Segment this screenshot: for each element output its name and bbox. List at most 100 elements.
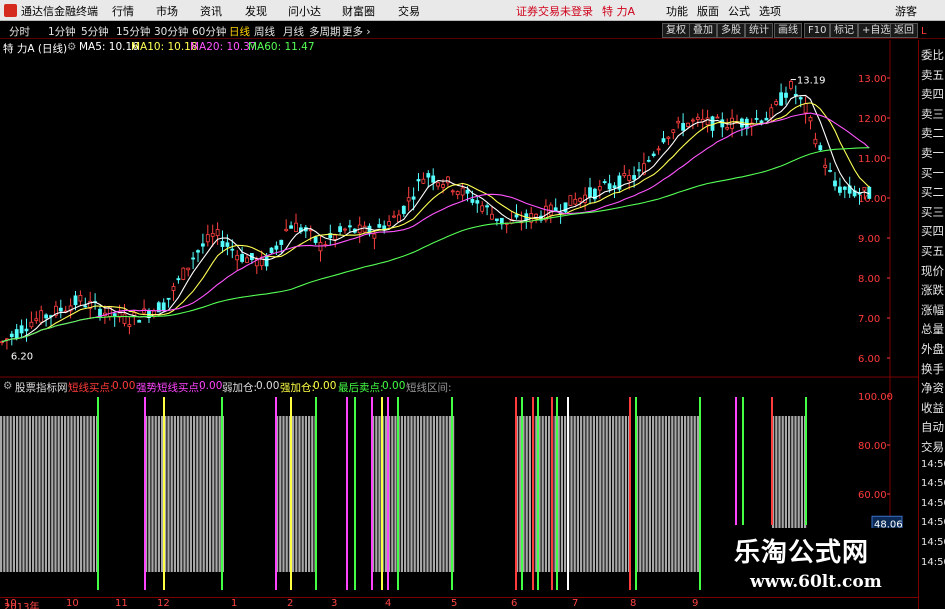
range-bar	[60, 416, 63, 572]
range-bar	[308, 416, 311, 572]
panel-item: 现价	[921, 263, 944, 278]
candle-body	[842, 186, 847, 190]
candle-body	[122, 313, 127, 324]
candle-body	[401, 205, 406, 214]
candle-body	[294, 222, 298, 233]
candle-body	[607, 183, 612, 190]
range-bar	[212, 416, 215, 572]
candle-body	[612, 185, 617, 189]
range-bar	[645, 416, 648, 572]
candle-body	[333, 234, 338, 240]
range-bar	[148, 416, 151, 572]
range-bar	[41, 416, 44, 572]
panel-item: 涨幅	[921, 302, 944, 317]
range-bar	[391, 416, 394, 572]
candle-body	[764, 117, 769, 121]
range-bar	[560, 416, 563, 572]
candle-body	[9, 333, 14, 337]
range-bar	[429, 416, 432, 572]
candle-body	[406, 197, 411, 202]
range-bar	[693, 416, 696, 572]
panel-header-icon[interactable]: L	[921, 26, 927, 37]
range-bar	[89, 416, 92, 572]
range-bar	[279, 416, 282, 572]
candle-body	[220, 241, 225, 247]
indicator-gear-icon[interactable]: ⚙	[3, 380, 12, 392]
candle-body	[274, 245, 279, 250]
candle-body	[578, 197, 583, 202]
settings-gear-icon[interactable]: ⚙	[67, 41, 76, 53]
candle-body	[73, 295, 78, 306]
panel-item: 14:50	[921, 497, 945, 509]
candle-body	[470, 199, 475, 203]
indicator-tick-label: 60.00	[858, 490, 887, 501]
range-bar	[436, 416, 439, 572]
candle-body	[725, 127, 730, 130]
range-bar	[205, 416, 208, 572]
candle-body	[754, 118, 759, 120]
ma-line	[1, 102, 870, 343]
candle-body	[24, 328, 29, 332]
candle-body	[127, 324, 132, 327]
range-bar	[690, 416, 693, 572]
range-bar	[599, 416, 602, 572]
range-bar	[28, 416, 31, 572]
candle-body	[798, 97, 803, 100]
range-bar	[407, 416, 410, 572]
range-bar	[218, 416, 221, 572]
panel-item: 卖三	[921, 106, 944, 121]
price-tick-label: 8.00	[858, 274, 880, 285]
range-bar	[196, 416, 199, 572]
panel-item: 14:50	[921, 478, 945, 490]
candle-body	[715, 116, 720, 119]
candle-body	[83, 305, 88, 308]
candle-body	[200, 243, 205, 247]
candle-body	[808, 116, 813, 122]
panel-item: 14:50	[921, 458, 945, 470]
range-bar	[35, 416, 38, 572]
candle-body	[245, 257, 249, 263]
candle-body	[137, 320, 142, 323]
range-bar	[674, 416, 677, 572]
x-axis-label: 4	[385, 598, 392, 609]
candle-body	[460, 187, 465, 196]
range-bar	[570, 416, 573, 572]
range-bar	[586, 416, 589, 572]
indicator-item-label: 短线区间:	[406, 382, 452, 394]
range-bar	[209, 416, 212, 572]
range-bar	[423, 416, 426, 572]
range-bar	[400, 416, 403, 572]
candle-body	[597, 186, 602, 191]
ma-line	[1, 112, 870, 343]
kline-chart[interactable]: 13.00 12.00 11.00 10.00 9.00 8.00 7.00 6.00 13.1…	[0, 0, 918, 597]
candle-body	[632, 175, 636, 180]
range-bar	[80, 416, 83, 572]
range-bar	[448, 416, 451, 572]
candle-body	[465, 189, 470, 194]
candle-body	[191, 257, 196, 260]
range-bar	[3, 416, 6, 572]
candle-body	[19, 325, 24, 334]
range-bar	[292, 416, 295, 572]
candle-body	[235, 254, 240, 261]
watermark-title: 乐淘公式网	[734, 538, 870, 568]
candle-body	[676, 120, 681, 124]
candle-body	[789, 81, 793, 89]
price-tick-label: 11.00	[858, 154, 887, 165]
range-bar	[442, 416, 445, 572]
range-bar	[177, 416, 180, 572]
range-bar	[199, 416, 202, 572]
candle-body	[392, 215, 396, 218]
candle-body	[230, 248, 235, 251]
range-bar	[648, 416, 651, 572]
watermark-url: www.60lt.com	[750, 572, 882, 592]
range-bar	[580, 416, 583, 572]
candle-body	[666, 136, 671, 139]
range-bar	[602, 416, 605, 572]
range-bar	[642, 416, 645, 572]
candle-body	[171, 286, 176, 291]
range-bar	[183, 416, 186, 572]
indicator-item-label: 强加仓:	[280, 382, 316, 394]
range-bar	[525, 416, 528, 572]
candle-body	[34, 318, 39, 322]
